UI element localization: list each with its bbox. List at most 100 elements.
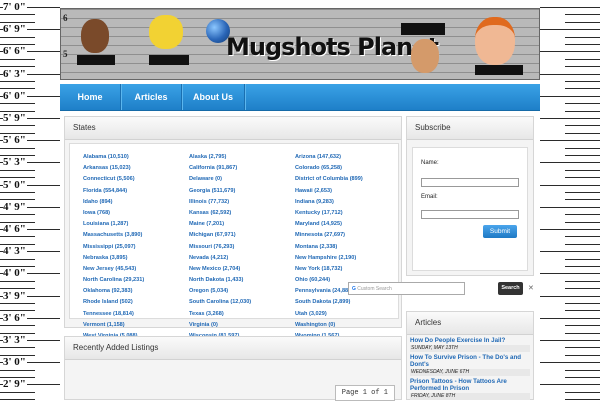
state-link[interactable]: Maryland (14,925)	[295, 219, 401, 230]
state-link[interactable]: Delaware (0)	[189, 174, 295, 185]
ruler-tick	[565, 125, 600, 127]
state-link[interactable]: South Carolina (12,030)	[189, 297, 295, 308]
state-link[interactable]: Virginia (0)	[189, 320, 295, 331]
state-link[interactable]: Arkansas (15,023)	[83, 163, 189, 174]
state-link[interactable]: District of Columbia (899)	[295, 174, 401, 185]
ruler-tick	[565, 332, 600, 334]
placard	[401, 23, 445, 35]
state-link[interactable]: Washington (0)	[295, 320, 401, 331]
ruler-tick	[565, 155, 600, 156]
state-link[interactable]: Michigan (67,971)	[189, 230, 295, 241]
state-link[interactable]: Nevada (4,212)	[189, 253, 295, 264]
nav-about-us[interactable]: About Us	[182, 84, 245, 110]
clear-search-icon[interactable]: ✕	[528, 284, 534, 292]
site-logo[interactable]: Mugshots Planet	[226, 33, 439, 61]
state-link[interactable]: New Jersey (45,543)	[83, 264, 189, 275]
submit-button[interactable]: Submit	[483, 225, 517, 238]
state-link[interactable]: Vermont (1,158)	[83, 320, 189, 331]
state-link[interactable]: Maine (7,201)	[189, 219, 295, 230]
height-label: 7' 0"	[3, 1, 27, 13]
article-link[interactable]: How Do People Exercise In Jail?	[410, 337, 530, 345]
ruler-tick	[565, 236, 600, 238]
article-date: WEDNESDAY, JUNE 6TH	[410, 368, 530, 376]
ruler-tick	[565, 258, 600, 260]
state-link[interactable]: New Mexico (2,704)	[189, 264, 295, 275]
state-link[interactable]: California (91,867)	[189, 163, 295, 174]
placard	[77, 55, 115, 65]
custom-search-input[interactable]: G Custom Search	[348, 282, 465, 295]
states-title: States	[65, 117, 401, 140]
state-link[interactable]: Missouri (76,293)	[189, 242, 295, 253]
nav-home[interactable]: Home	[60, 84, 121, 110]
mugshot-character-4	[475, 17, 515, 65]
state-link[interactable]: Arizona (147,632)	[295, 152, 401, 163]
state-link[interactable]: Illinois (77,732)	[189, 197, 295, 208]
state-link[interactable]: Tennessee (18,814)	[83, 309, 189, 320]
ruler-tick	[0, 347, 35, 349]
height-label: 5' 6"	[3, 134, 27, 147]
article-link[interactable]: How To Survive Prison - The Do's and Don…	[410, 354, 530, 369]
ruler-tick	[0, 125, 35, 127]
name-input[interactable]	[421, 178, 519, 187]
email-input[interactable]	[421, 210, 519, 219]
ruler-tick	[565, 81, 600, 82]
state-link[interactable]: New York (18,732)	[295, 264, 401, 275]
state-link[interactable]: North Carolina (29,231)	[83, 275, 189, 286]
height-label: 5' 3"	[3, 156, 27, 169]
height-label: 6' 9"	[3, 23, 27, 36]
state-link[interactable]: Louisiana (1,287)	[83, 219, 189, 230]
state-link[interactable]: Kansas (62,592)	[189, 208, 295, 219]
state-link[interactable]: Rhode Island (502)	[83, 297, 189, 308]
ruler-tick	[565, 266, 600, 267]
state-link[interactable]: Nebraska (3,895)	[83, 253, 189, 264]
ruler-tick	[0, 391, 35, 393]
ruler-tick	[565, 132, 600, 134]
email-label: Email:	[421, 194, 438, 200]
state-link[interactable]: Oklahoma (92,383)	[83, 286, 189, 297]
state-link[interactable]: Connecticut (5,506)	[83, 174, 189, 185]
search-button[interactable]: Search	[498, 282, 523, 295]
state-link[interactable]: Iowa (768)	[83, 208, 189, 219]
state-link[interactable]: Indiana (9,283)	[295, 197, 401, 208]
state-link[interactable]: Kentucky (17,712)	[295, 208, 401, 219]
ruler-tick	[0, 36, 35, 38]
ruler-tick	[565, 221, 600, 223]
state-link[interactable]: New Hampshire (2,190)	[295, 253, 401, 264]
state-link[interactable]: Colorado (65,258)	[295, 163, 401, 174]
name-label: Name:	[421, 160, 439, 166]
height-label: 3' 0"	[3, 356, 27, 369]
height-label: 4' 0"	[3, 267, 27, 280]
ruler-tick	[565, 88, 600, 90]
ruler-tick	[565, 303, 600, 304]
state-link[interactable]: Utah (3,029)	[295, 309, 401, 320]
state-link[interactable]: Mississippi (25,097)	[83, 242, 189, 253]
banner-height-mark: 5	[63, 49, 68, 59]
state-link[interactable]: Alabama (10,510)	[83, 152, 189, 163]
state-link[interactable]: Florida (554,844)	[83, 186, 189, 197]
state-link[interactable]: Hawaii (2,653)	[295, 186, 401, 197]
ruler-tick	[565, 354, 600, 356]
states-column: Alaska (2,795) California (91,867) Delawar…	[189, 152, 295, 342]
article-link[interactable]: Prison Tattoos - How Tattoos Are Perform…	[410, 378, 530, 393]
state-link[interactable]: Massachusetts (3,890)	[83, 230, 189, 241]
state-link[interactable]: Montana (2,338)	[295, 242, 401, 253]
pagination[interactable]: Page 1 of 1	[334, 385, 395, 401]
state-link[interactable]: Idaho (894)	[83, 197, 189, 208]
ruler-tick	[565, 36, 600, 38]
placard	[475, 65, 523, 75]
state-link[interactable]: North Dakota (1,433)	[189, 275, 295, 286]
ruler-tick	[565, 325, 600, 327]
height-label: 4' 9"	[3, 200, 27, 213]
articles-panel: Articles How Do People Exercise In Jail?…	[406, 311, 534, 400]
nav-articles[interactable]: Articles	[121, 84, 182, 110]
state-link[interactable]: Alaska (2,795)	[189, 152, 295, 163]
state-link[interactable]: Texas (3,268)	[189, 309, 295, 320]
state-link[interactable]: Minnesota (27,697)	[295, 230, 401, 241]
state-link[interactable]: South Dakota (2,899)	[295, 297, 401, 308]
ruler-tick	[565, 199, 600, 201]
state-link[interactable]: Oregon (5,034)	[189, 286, 295, 297]
ruler-tick	[0, 258, 35, 260]
state-link[interactable]: Georgia (511,679)	[189, 186, 295, 197]
ruler-tick	[0, 303, 35, 304]
height-label: 4' 6"	[3, 223, 27, 235]
